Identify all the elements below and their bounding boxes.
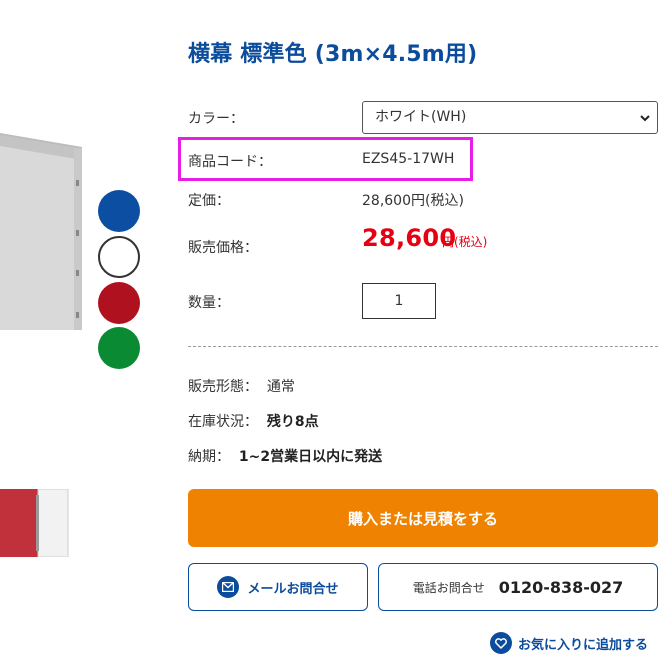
sale-form-label: 販売形態：	[188, 379, 258, 395]
list-price-label: 定価：	[188, 193, 230, 209]
stock-label: 在庫状況：	[188, 414, 258, 430]
delivery-value: 1~2営業日以内に発送	[238, 449, 383, 465]
delivery-row: 納期： 1~2営業日以内に発送	[188, 446, 382, 466]
sale-form-row: 販売形態： 通常	[188, 376, 295, 396]
product-image	[0, 133, 83, 330]
mail-inquiry-button[interactable]: メールお問合せ	[188, 563, 368, 611]
mail-inquiry-label: メールお問合せ	[247, 581, 339, 597]
thumbnail-strip[interactable]	[0, 489, 70, 557]
product-title: 横幕 標準色 (3m×4.5m用)	[188, 42, 478, 67]
color-swatch-blue[interactable]	[98, 190, 140, 232]
sale-price-suffix: 円(税込)	[442, 235, 488, 249]
mail-icon	[217, 576, 240, 598]
quantity-label: 数量：	[188, 295, 230, 311]
color-swatch-green[interactable]	[98, 327, 140, 369]
quantity-input[interactable]: 1	[362, 283, 436, 319]
phone-inquiry-label: 電話お問合せ	[412, 580, 485, 595]
product-code-label: 商品コード：	[188, 154, 272, 170]
chevron-down-icon	[640, 115, 650, 122]
color-select-value: ホワイト(WH)	[375, 109, 467, 125]
add-favorite-link[interactable]: お気に入りに追加する	[490, 632, 648, 654]
color-label: カラー：	[188, 111, 244, 127]
sale-form-value: 通常	[266, 379, 295, 395]
heart-icon	[490, 632, 512, 654]
phone-inquiry-button[interactable]: 電話お問合せ 0120-838-027	[378, 563, 658, 611]
color-select[interactable]: ホワイト(WH)	[362, 101, 658, 134]
color-swatch-white[interactable]	[98, 236, 140, 278]
divider	[188, 346, 658, 347]
list-price-value: 28,600円(税込)	[362, 193, 464, 209]
product-code-value: EZS45-17WH	[362, 151, 455, 167]
add-favorite-label: お気に入りに追加する	[518, 637, 649, 653]
sale-price-label: 販売価格：	[188, 240, 258, 256]
phone-number: 0120-838-027	[498, 577, 624, 597]
delivery-label: 納期：	[188, 449, 230, 465]
buy-button[interactable]: 購入または見積をする	[188, 489, 658, 547]
stock-row: 在庫状況： 残り8点	[188, 411, 319, 431]
buy-button-label: 購入または見積をする	[347, 509, 498, 528]
color-swatch-red[interactable]	[98, 282, 140, 324]
stock-value: 残り8点	[266, 414, 319, 430]
